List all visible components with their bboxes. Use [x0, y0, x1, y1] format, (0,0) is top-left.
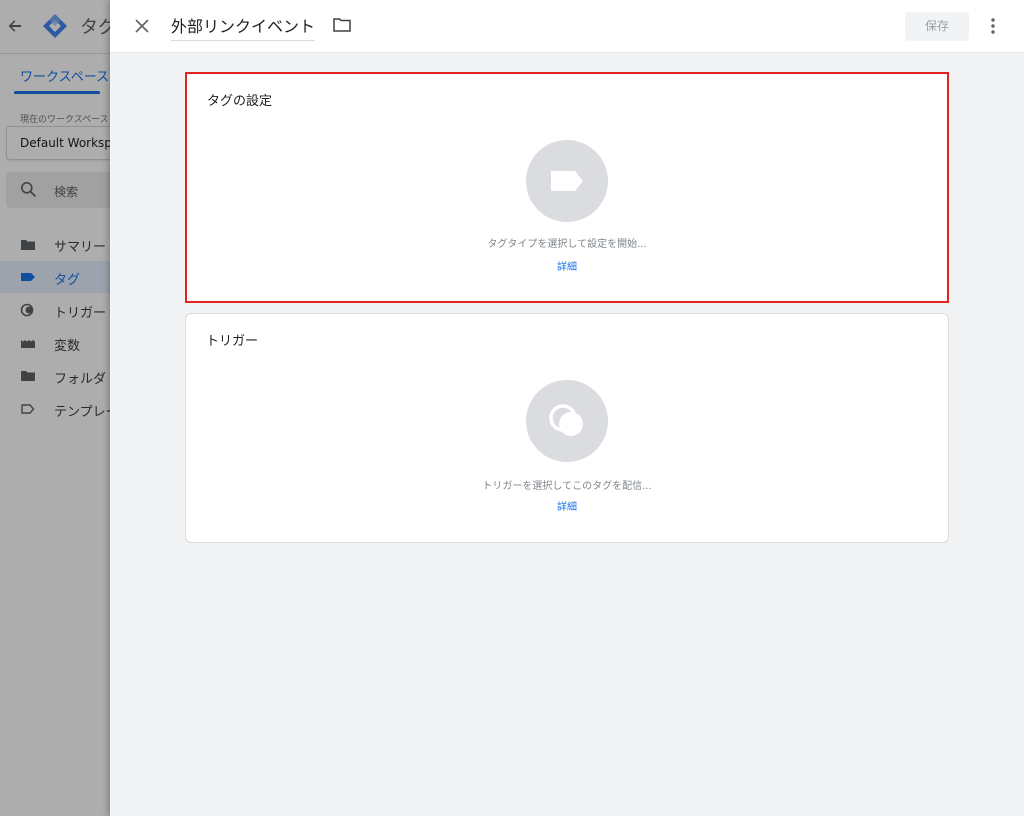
choose-tag-type-button[interactable] [526, 140, 608, 222]
tag-icon [551, 171, 583, 191]
folder-icon[interactable] [332, 16, 352, 34]
triggering-title: トリガー [206, 334, 259, 349]
tag-configuration-card[interactable]: タグの設定 タグタイプを選択して設定を開始... 詳細 [185, 72, 949, 303]
triggering-details-link[interactable]: 詳細 [186, 498, 948, 513]
panel-header: 外部リンクイベント 保存 [110, 0, 1024, 53]
save-button[interactable]: 保存 [905, 12, 969, 41]
tag-configuration-title: タグの設定 [207, 94, 273, 109]
triggering-hint: トリガーを選択してこのタグを配信... [482, 481, 652, 492]
more-vert-icon[interactable] [985, 15, 1001, 37]
close-icon[interactable] [130, 14, 154, 38]
trigger-icon [549, 404, 583, 436]
tag-configuration-hint: タグタイプを選択して設定を開始... [487, 239, 647, 250]
choose-trigger-button[interactable] [526, 380, 608, 462]
tag-name-field[interactable]: 外部リンクイベント [171, 13, 316, 41]
triggering-card[interactable]: トリガー トリガーを選択してこのタグを配信... 詳細 [185, 313, 949, 543]
tag-configuration-details-link[interactable]: 詳細 [187, 258, 947, 273]
tag-editor-panel: 外部リンクイベント 保存 タグの設定 タグタイプを選択して設定を開始... 詳細… [110, 0, 1024, 816]
